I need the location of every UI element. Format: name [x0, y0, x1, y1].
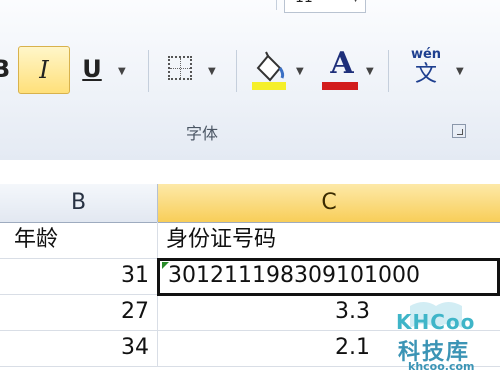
fill-color-swatch [252, 82, 286, 90]
phonetic-guide-pinyin: wén [410, 47, 442, 62]
error-indicator-icon[interactable] [162, 262, 169, 269]
font-row: 11 ▼ A A [0, 0, 500, 20]
underline-button[interactable]: U [76, 46, 108, 92]
grow-font-button[interactable]: A [386, 0, 408, 10]
phonetic-guide-char: 文 [414, 62, 437, 87]
table-row: 年龄 身份证号码 [0, 222, 500, 259]
divider [236, 50, 237, 92]
font-group-label-text: 字体 [185, 124, 218, 143]
font-color-swatch [322, 82, 358, 90]
font-color-button[interactable]: A [322, 46, 362, 82]
cell-c-id[interactable]: 301211198309101000 [158, 258, 500, 294]
cell-b-age[interactable]: 31 [0, 258, 158, 294]
shrink-font-button[interactable]: A [416, 0, 438, 10]
chevron-down-icon[interactable]: ▼ [296, 66, 304, 77]
ribbon-home-tab: 11 ▼ A A B I U ▼ ▼ ▼ A ▼ wén 文 ▼ 字体 [0, 0, 500, 161]
chevron-down-icon[interactable]: ▼ [208, 66, 216, 77]
chevron-down-icon[interactable]: ▼ [366, 66, 374, 77]
column-header-b[interactable]: B [0, 184, 158, 222]
bold-button[interactable]: B [0, 46, 12, 92]
chevron-down-icon: ▼ [352, 0, 359, 4]
watermark: KHCoo 科技库 khcoo.com [390, 296, 500, 375]
font-size-combobox[interactable]: 11 ▼ [284, 0, 366, 13]
font-size-value: 11 [295, 0, 313, 6]
watermark-url: khcoo.com [408, 360, 475, 373]
dialog-launcher-icon[interactable] [452, 124, 466, 138]
divider [148, 50, 149, 92]
divider [388, 50, 389, 92]
column-headers: B C [0, 184, 500, 223]
cell-b-age[interactable]: 27 [0, 294, 158, 330]
column-header-c[interactable]: C [158, 184, 500, 222]
formula-bar-area [0, 160, 500, 185]
cell-c-header[interactable]: 身份证号码 [158, 222, 500, 258]
chevron-down-icon[interactable]: ▼ [456, 66, 464, 77]
font-group-label: 字体 [0, 120, 500, 144]
table-row: 31 301211198309101000 [0, 258, 500, 295]
watermark-brand: KHCoo [396, 310, 476, 334]
phonetic-guide-icon[interactable]: wén 文 [404, 48, 448, 90]
divider [276, 0, 277, 10]
chevron-down-icon[interactable]: ▼ [118, 66, 126, 77]
italic-button[interactable]: I [18, 46, 70, 94]
borders-icon[interactable] [168, 56, 192, 80]
cell-b-age[interactable]: 34 [0, 330, 158, 366]
cell-b-header[interactable]: 年龄 [0, 222, 158, 258]
